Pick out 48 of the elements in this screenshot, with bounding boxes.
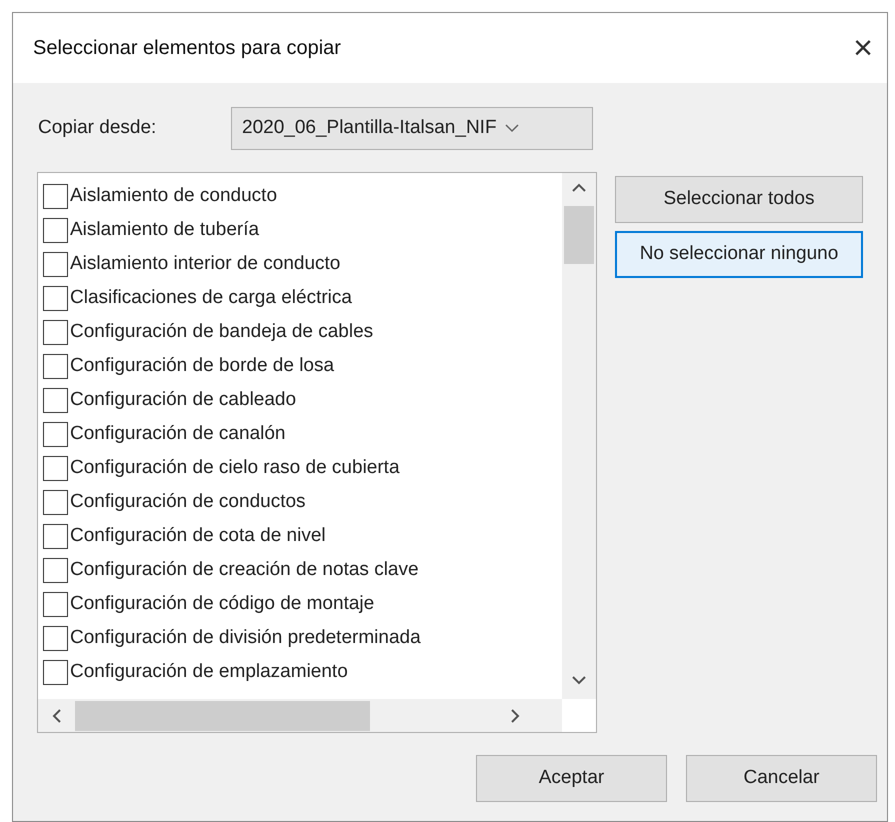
dialog-button[interactable]: Aceptar bbox=[476, 755, 667, 802]
chevron-left-icon[interactable] bbox=[52, 708, 61, 722]
item-label[interactable]: Configuración de creación de notas clave bbox=[70, 556, 419, 584]
close-button[interactable]: × bbox=[853, 31, 873, 65]
item-label[interactable]: Aislamiento interior de conducto bbox=[70, 250, 340, 278]
item-label[interactable]: Configuración de bandeja de cables bbox=[70, 318, 374, 346]
checkbox[interactable] bbox=[43, 388, 68, 412]
checkbox[interactable] bbox=[43, 184, 68, 208]
checkbox[interactable] bbox=[43, 218, 68, 242]
dropdown-value: 2020_06_Plantilla-Italsan_NIF bbox=[242, 116, 497, 140]
item-label[interactable]: Configuración de conductos bbox=[70, 488, 306, 516]
checkbox[interactable] bbox=[43, 558, 68, 582]
dialog-button[interactable]: No seleccionar ninguno bbox=[615, 231, 863, 278]
chevron-down-icon bbox=[504, 124, 519, 133]
item-label[interactable]: Configuración de cota de nivel bbox=[70, 522, 326, 550]
dialog-button[interactable]: Seleccionar todos bbox=[615, 176, 863, 223]
item-label[interactable]: Configuración de cielo raso de cubierta bbox=[70, 454, 400, 482]
vertical-scrollbar[interactable] bbox=[562, 173, 596, 699]
item-label[interactable]: Configuración de cableado bbox=[70, 386, 296, 414]
horizontal-scrollbar[interactable] bbox=[38, 699, 562, 732]
checkbox[interactable] bbox=[43, 660, 68, 684]
checkbox[interactable] bbox=[43, 354, 68, 378]
item-label[interactable]: Configuración de emplazamiento bbox=[70, 658, 348, 686]
dialog-button[interactable]: Cancelar bbox=[686, 755, 877, 802]
item-label[interactable]: Aislamiento de tubería bbox=[70, 216, 260, 244]
checkbox[interactable] bbox=[43, 456, 68, 480]
scrollbar-thumb[interactable] bbox=[564, 206, 594, 264]
source-dropdown[interactable]: 2020_06_Plantilla-Italsan_NIF bbox=[231, 107, 593, 150]
chevron-right-icon[interactable] bbox=[511, 708, 520, 722]
checkbox[interactable] bbox=[43, 626, 68, 650]
checkbox[interactable] bbox=[43, 286, 68, 310]
checkbox[interactable] bbox=[43, 490, 68, 514]
checkbox[interactable] bbox=[43, 524, 68, 548]
checkbox[interactable] bbox=[43, 592, 68, 616]
chevron-down-icon[interactable] bbox=[572, 676, 586, 685]
checkbox[interactable] bbox=[43, 252, 68, 276]
checkbox[interactable] bbox=[43, 422, 68, 446]
checkbox[interactable] bbox=[43, 320, 68, 344]
item-label[interactable]: Configuración de código de montaje bbox=[70, 590, 374, 618]
scrollbar-thumb[interactable] bbox=[75, 700, 370, 730]
item-label[interactable]: Configuración de división predeterminada bbox=[70, 624, 421, 652]
window-title: Seleccionar elementos para copiar bbox=[33, 36, 341, 61]
item-label[interactable]: Configuración de canalón bbox=[70, 420, 286, 448]
item-label[interactable]: Clasificaciones de carga eléctrica bbox=[70, 284, 352, 312]
chevron-up-icon[interactable] bbox=[572, 183, 586, 192]
item-label[interactable]: Configuración de borde de losa bbox=[70, 352, 334, 380]
field-label: Copiar desde: bbox=[38, 116, 158, 140]
item-label[interactable]: Aislamiento de conducto bbox=[70, 182, 278, 210]
